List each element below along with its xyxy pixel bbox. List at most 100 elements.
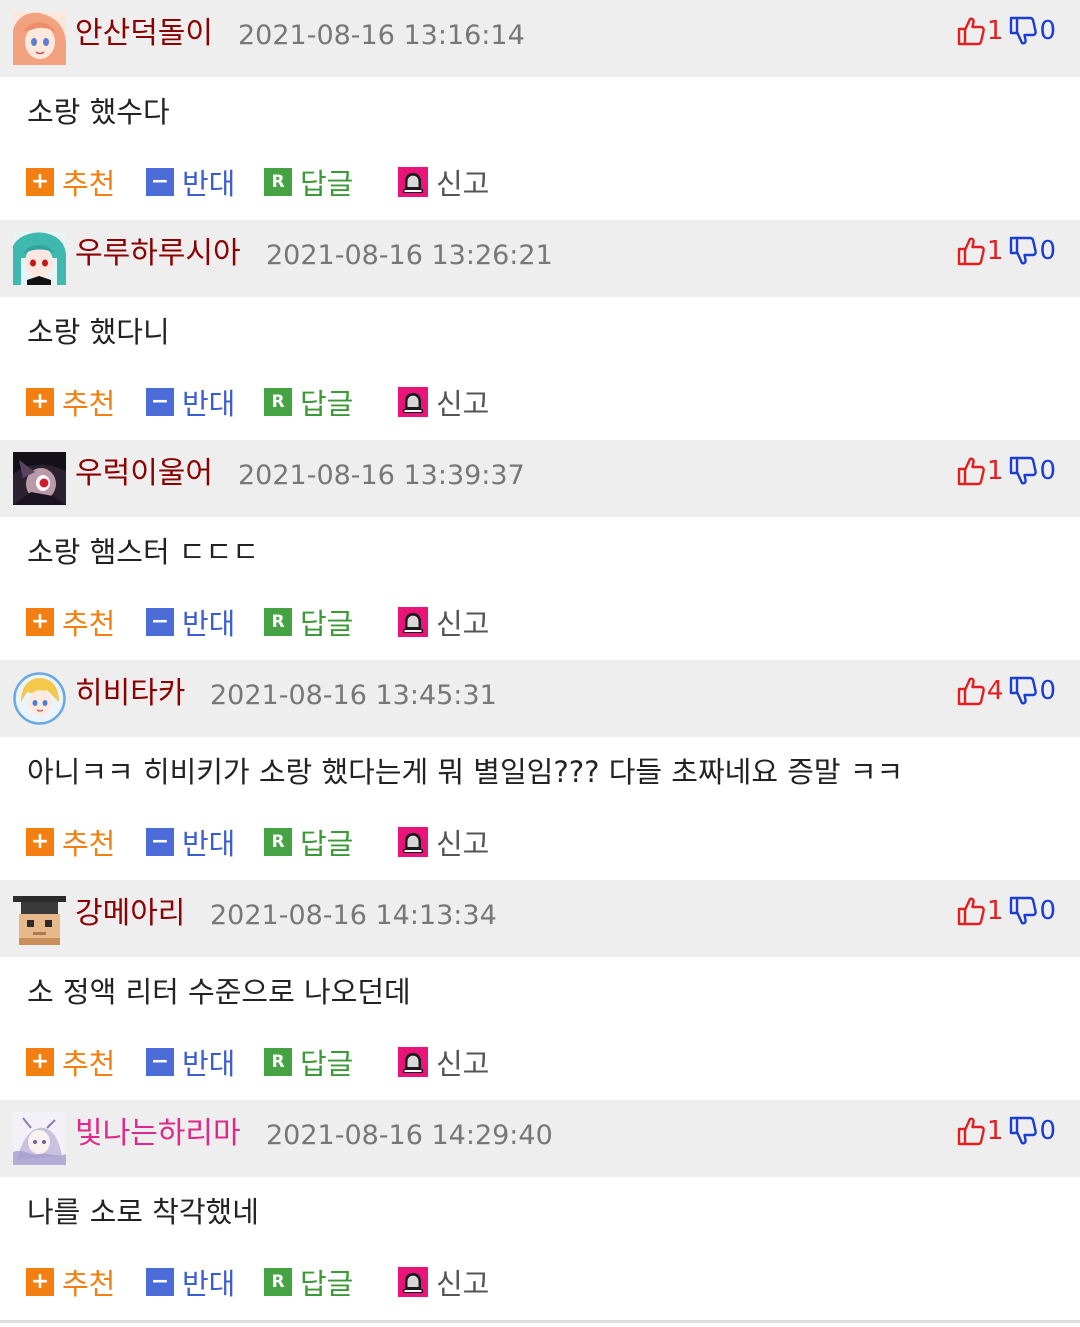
reply-icon: R (264, 1268, 292, 1296)
vote-counts: 1 0 (957, 14, 1056, 48)
minus-icon: − (146, 1048, 174, 1076)
comment-nickname[interactable]: 우루하루시아 (75, 234, 241, 274)
thumbs-down-icon[interactable] (1009, 16, 1037, 46)
recommend-button[interactable]: + 추천 (26, 1260, 115, 1304)
minus-icon: − (146, 828, 174, 856)
siren-icon (398, 387, 428, 417)
reply-label: 답글 (300, 827, 354, 861)
report-button[interactable]: 신고 (398, 600, 489, 644)
report-button[interactable]: 신고 (398, 820, 489, 864)
thumbs-up-icon[interactable] (957, 676, 985, 706)
comment-header: 강메아리 2021-08-16 14:13:34 1 0 (0, 880, 1080, 957)
minus-icon: − (146, 1268, 174, 1296)
downvote-count: 0 (1039, 16, 1056, 46)
upvote-count: 1 (986, 1116, 1004, 1146)
comment-header: 히비타카 2021-08-16 13:45:31 4 0 (0, 660, 1080, 737)
report-label: 신고 (436, 387, 490, 421)
comment-datetime: 2021-08-16 13:39:37 (238, 460, 525, 491)
avatar[interactable] (13, 232, 66, 285)
oppose-label: 반대 (182, 387, 236, 421)
reply-button[interactable]: R 답글 (264, 380, 353, 424)
downvote-count: 0 (1039, 676, 1056, 706)
report-button[interactable]: 신고 (398, 1260, 489, 1304)
divider (0, 1320, 1080, 1323)
thumbs-up-icon[interactable] (957, 456, 985, 486)
oppose-button[interactable]: − 반대 (146, 1260, 235, 1304)
comment-nickname[interactable]: 안산덕돌이 (75, 14, 213, 54)
avatar[interactable] (13, 452, 66, 505)
recommend-label: 추천 (62, 607, 116, 641)
vote-counts: 1 0 (957, 454, 1056, 488)
oppose-button[interactable]: − 반대 (146, 380, 235, 424)
vote-counts: 1 0 (957, 1114, 1056, 1148)
comment-text: 소랑 햄스터 ㄷㄷㄷ (27, 535, 259, 569)
comment-nickname[interactable]: 빛나는하리마 (75, 1114, 241, 1154)
reply-icon: R (264, 1048, 292, 1076)
oppose-button[interactable]: − 반대 (146, 820, 235, 864)
siren-icon (398, 167, 428, 197)
avatar[interactable] (13, 1112, 66, 1165)
reply-button[interactable]: R 답글 (264, 160, 353, 204)
recommend-button[interactable]: + 추천 (26, 600, 115, 644)
thumbs-down-icon[interactable] (1009, 456, 1037, 486)
thumbs-up-icon[interactable] (957, 16, 985, 46)
oppose-button[interactable]: − 반대 (146, 600, 235, 644)
plus-icon: + (26, 828, 54, 856)
downvote-count: 0 (1039, 236, 1056, 266)
avatar[interactable] (13, 892, 66, 945)
report-button[interactable]: 신고 (398, 160, 489, 204)
avatar[interactable] (13, 12, 66, 65)
oppose-button[interactable]: − 반대 (146, 160, 235, 204)
reply-button[interactable]: R 답글 (264, 820, 353, 864)
thumbs-down-icon[interactable] (1009, 236, 1037, 266)
thumbs-down-icon[interactable] (1009, 676, 1037, 706)
downvote-count: 0 (1039, 456, 1056, 486)
reply-button[interactable]: R 답글 (264, 1040, 353, 1084)
recommend-button[interactable]: + 추천 (26, 160, 115, 204)
reply-icon: R (264, 388, 292, 416)
minus-icon: − (146, 168, 174, 196)
thumbs-down-icon[interactable] (1009, 896, 1037, 926)
reply-icon: R (264, 608, 292, 636)
reply-button[interactable]: R 답글 (264, 600, 353, 644)
oppose-label: 반대 (182, 607, 236, 641)
recommend-button[interactable]: + 추천 (26, 1040, 115, 1084)
comment-nickname[interactable]: 강메아리 (75, 894, 185, 934)
comment-datetime: 2021-08-16 13:16:14 (238, 20, 525, 51)
report-label: 신고 (436, 1047, 490, 1081)
comment-nickname[interactable]: 우럭이울어 (75, 454, 213, 494)
comment-text: 소 정액 리터 수준으로 나오던데 (27, 975, 411, 1009)
comment-item: 빛나는하리마 2021-08-16 14:29:40 1 0 나를 소로 착각했… (0, 1100, 1080, 1320)
report-button[interactable]: 신고 (398, 380, 489, 424)
comment-datetime: 2021-08-16 13:26:21 (266, 240, 553, 271)
thumbs-up-icon[interactable] (957, 236, 985, 266)
thumbs-up-icon[interactable] (957, 896, 985, 926)
comment-text: 나를 소로 착각했네 (27, 1195, 259, 1229)
report-label: 신고 (436, 827, 490, 861)
plus-icon: + (26, 1268, 54, 1296)
reply-icon: R (264, 828, 292, 856)
minus-icon: − (146, 608, 174, 636)
minus-icon: − (146, 388, 174, 416)
thumbs-down-icon[interactable] (1009, 1116, 1037, 1146)
comment-nickname[interactable]: 히비타카 (75, 674, 185, 714)
recommend-label: 추천 (62, 1267, 116, 1301)
reply-icon: R (264, 168, 292, 196)
plus-icon: + (26, 1048, 54, 1076)
upvote-count: 1 (986, 456, 1004, 486)
reply-label: 답글 (300, 1047, 354, 1081)
comment-datetime: 2021-08-16 14:29:40 (266, 1120, 553, 1151)
comment-text: 아니ㅋㅋ 히비키가 소랑 했다는게 뭐 별일임??? 다들 초짜네요 증말 ㅋㅋ (27, 755, 904, 789)
thumbs-up-icon[interactable] (957, 1116, 985, 1146)
report-label: 신고 (436, 1267, 490, 1301)
vote-counts: 4 0 (957, 674, 1056, 708)
avatar[interactable] (13, 672, 66, 725)
recommend-button[interactable]: + 추천 (26, 820, 115, 864)
reply-button[interactable]: R 답글 (264, 1260, 353, 1304)
oppose-button[interactable]: − 반대 (146, 1040, 235, 1084)
comment-item: 강메아리 2021-08-16 14:13:34 1 0 소 정액 리터 수준으… (0, 880, 1080, 1100)
upvote-count: 1 (986, 236, 1004, 266)
comment-datetime: 2021-08-16 13:45:31 (210, 680, 497, 711)
report-button[interactable]: 신고 (398, 1040, 489, 1084)
recommend-button[interactable]: + 추천 (26, 380, 115, 424)
